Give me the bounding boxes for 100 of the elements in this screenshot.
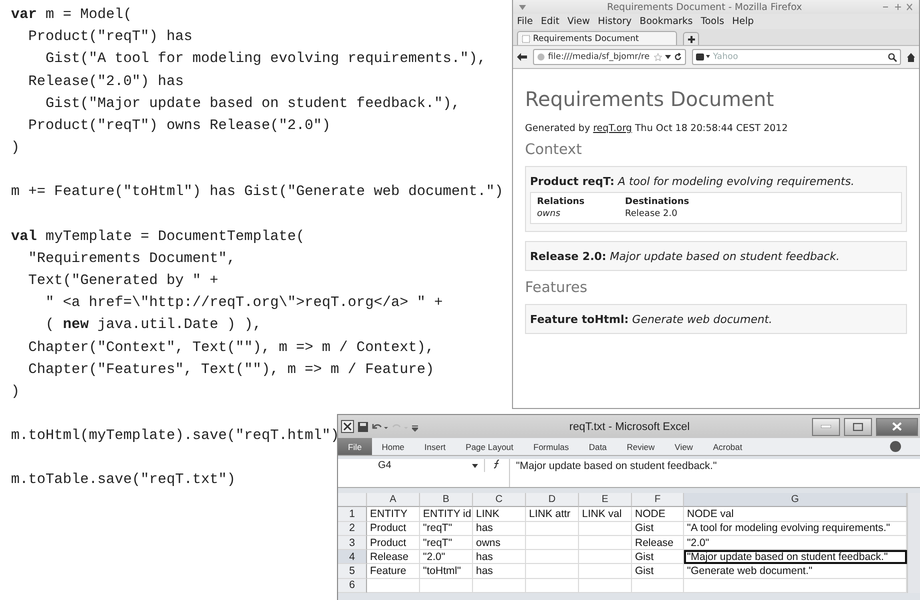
table-cell[interactable] — [579, 536, 632, 550]
scroll-bar[interactable] — [907, 493, 920, 594]
table-cell[interactable]: Product — [367, 522, 420, 536]
column-header[interactable]: F — [632, 493, 684, 508]
minimize-button[interactable] — [812, 418, 840, 436]
column-header[interactable]: G — [684, 493, 907, 508]
table-cell[interactable]: NODE val — [684, 507, 907, 522]
table-cell[interactable]: "toHtml" — [420, 564, 473, 579]
column-header[interactable]: D — [526, 493, 579, 508]
table-cell[interactable] — [420, 578, 473, 594]
reload-icon[interactable] — [674, 53, 682, 61]
table-cell[interactable]: ENTITY id — [420, 507, 473, 522]
save-icon[interactable] — [358, 422, 368, 432]
ribbon-tab[interactable]: Page Layout — [456, 438, 524, 455]
table-cell[interactable]: Feature — [367, 564, 420, 579]
help-icon[interactable] — [890, 441, 901, 452]
search-engine-icon[interactable] — [696, 53, 710, 61]
table-cell[interactable]: owns — [473, 536, 526, 550]
ribbon-tab[interactable]: File — [338, 438, 372, 455]
table-cell[interactable]: Release — [632, 536, 684, 550]
ribbon-tab[interactable]: Review — [616, 438, 665, 455]
ribbon-tab[interactable]: Formulas — [523, 438, 579, 455]
table-cell[interactable]: Release — [367, 550, 420, 564]
ribbon-tab[interactable]: Insert — [414, 438, 456, 455]
table-cell[interactable]: has — [473, 550, 526, 564]
menu-item[interactable]: File — [517, 16, 533, 27]
ribbon-tab[interactable]: Data — [578, 438, 617, 455]
table-cell[interactable] — [579, 522, 632, 536]
column-header[interactable]: E — [579, 493, 632, 508]
table-cell[interactable] — [526, 522, 579, 536]
function-icon[interactable] — [492, 459, 502, 469]
table-cell[interactable]: "reqT" — [420, 522, 473, 536]
formula-field[interactable]: "Major update based on student feedback." — [509, 459, 920, 487]
table-cell[interactable]: "Generate web document." — [684, 564, 907, 579]
table-cell[interactable]: Gist — [632, 564, 684, 579]
table-cell[interactable] — [579, 550, 632, 564]
menu-item[interactable]: View — [567, 16, 590, 27]
search-box[interactable]: Yahoo — [692, 49, 901, 65]
table-cell[interactable]: LINK val — [579, 507, 632, 522]
window-controls-icon[interactable] — [883, 3, 913, 11]
address-field[interactable]: file:///media/sf_bjomr/re — [533, 49, 686, 65]
table-cell[interactable]: "2.0" — [684, 536, 907, 550]
table-cell[interactable]: LINK — [473, 507, 526, 522]
row-header[interactable]: 1 — [338, 507, 367, 522]
maximize-button[interactable] — [844, 418, 872, 436]
row-header[interactable]: 3 — [338, 536, 367, 550]
table-cell[interactable]: "reqT" — [420, 536, 473, 550]
caret-icon[interactable] — [472, 464, 478, 468]
selected-cell[interactable]: "Major update based on student feedback." — [684, 550, 907, 564]
table-cell[interactable] — [526, 536, 579, 550]
ribbon-tab[interactable]: Home — [372, 438, 414, 455]
menu-item[interactable]: Edit — [540, 16, 560, 27]
star-icon[interactable] — [654, 53, 662, 61]
plus-icon[interactable] — [688, 36, 694, 42]
maximize-icon[interactable] — [853, 422, 863, 430]
close-icon[interactable] — [892, 422, 902, 431]
table-cell[interactable]: Gist — [632, 522, 684, 536]
table-cell[interactable]: Gist — [632, 550, 684, 564]
row-header[interactable]: 2 — [338, 522, 367, 536]
menu-item[interactable]: Help — [732, 16, 754, 27]
table-cell[interactable] — [367, 578, 420, 594]
minimize-icon[interactable] — [821, 425, 831, 428]
column-header[interactable]: C — [473, 493, 526, 508]
new-tab-button[interactable] — [683, 32, 699, 45]
table-cell[interactable]: "2.0" — [420, 550, 473, 564]
table-cell[interactable] — [526, 564, 579, 579]
table-cell[interactable] — [473, 578, 526, 594]
table-cell[interactable] — [579, 564, 632, 579]
menu-item[interactable]: Bookmarks — [640, 16, 693, 27]
table-cell[interactable] — [632, 578, 684, 594]
table-cell[interactable]: Product — [367, 536, 420, 550]
ribbon-tab[interactable]: Acrobat — [702, 438, 752, 455]
table-cell[interactable]: ENTITY — [367, 507, 420, 522]
menu-item[interactable]: Tools — [700, 16, 724, 27]
app-icon[interactable] — [341, 420, 354, 433]
table-cell[interactable]: has — [473, 522, 526, 536]
table-cell[interactable]: LINK attr — [526, 507, 579, 522]
row-header[interactable]: 6 — [338, 578, 367, 594]
link[interactable]: reqT.org — [593, 123, 632, 134]
table-cell[interactable]: NODE — [632, 507, 684, 522]
undo-icon[interactable] — [372, 422, 388, 432]
table-cell[interactable] — [526, 578, 579, 594]
browser-tab[interactable]: Requirements Document — [517, 31, 677, 45]
back-arrow-icon[interactable] — [517, 53, 527, 61]
search-input[interactable]: Yahoo — [713, 52, 885, 62]
table-cell[interactable] — [684, 578, 907, 594]
table-cell[interactable] — [579, 578, 632, 594]
menu-item[interactable]: History — [598, 16, 632, 27]
caret-icon[interactable] — [665, 55, 671, 59]
row-header[interactable]: 4 — [338, 550, 367, 564]
column-header[interactable]: A — [367, 493, 420, 508]
table-cell[interactable]: has — [473, 564, 526, 579]
ribbon-tab[interactable]: View — [664, 438, 703, 455]
close-button[interactable] — [876, 418, 918, 436]
row-header[interactable]: 5 — [338, 564, 367, 579]
table-cell[interactable]: "A tool for modeling evolving requirements." — [684, 522, 907, 536]
name-box[interactable]: G4 — [338, 459, 485, 472]
home-icon[interactable] — [907, 52, 915, 62]
column-header[interactable]: B — [420, 493, 473, 508]
search-icon[interactable] — [888, 52, 897, 62]
